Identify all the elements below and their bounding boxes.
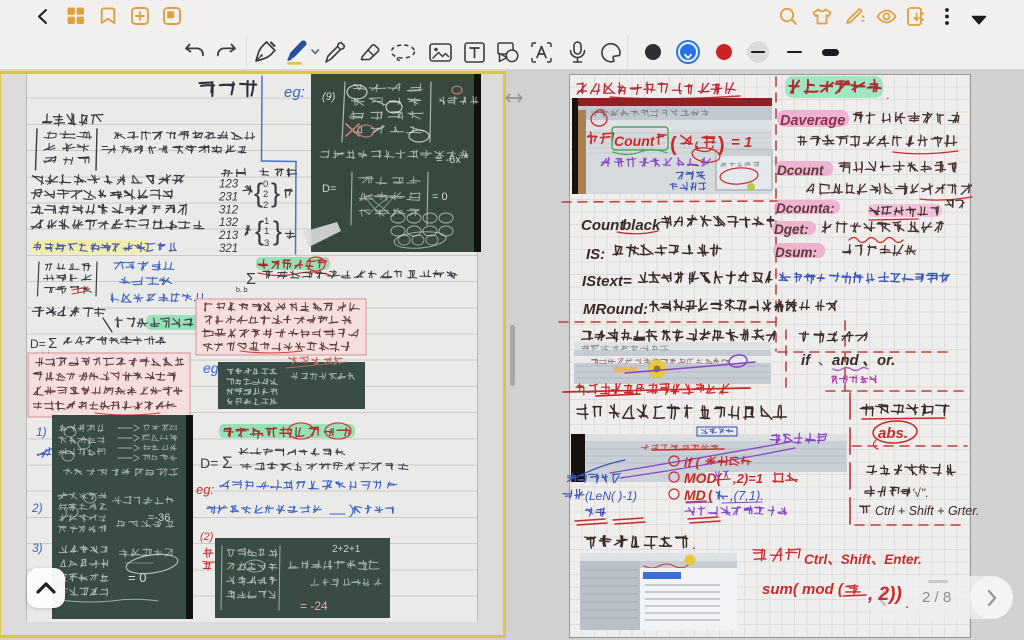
svg-text:Ctrl、Shift、Enter.: Ctrl、Shift、Enter. — [804, 552, 922, 567]
svg-text:,(7,1).: ,(7,1). — [730, 488, 764, 503]
svg-text:Count: Count — [581, 217, 625, 234]
svg-text:): ) — [718, 134, 725, 156]
svg-text:abs.: abs. — [878, 425, 908, 442]
svg-text:Daverage: Daverage — [780, 113, 845, 129]
svg-text:(LeN( )-1): (LeN( )-1) — [585, 489, 637, 503]
svg-text:IStext=: IStext= — [582, 273, 632, 290]
svg-text:Dcounta:: Dcounta: — [776, 201, 835, 216]
svg-text:sum( mod (: sum( mod ( — [762, 581, 845, 598]
svg-text:Count: Count — [614, 133, 656, 149]
svg-text:,2)=1: ,2)=1 — [732, 471, 763, 486]
svg-text:if (: if ( — [684, 455, 702, 470]
svg-text:Ctrl + Shift + Grter.: Ctrl + Shift + Grter. — [875, 504, 979, 518]
svg-text:IS:: IS: — [586, 246, 605, 263]
svg-text:.: . — [886, 87, 890, 102]
svg-text:.: . — [905, 595, 909, 612]
svg-text:、: 、 — [818, 353, 831, 368]
svg-text:(: ( — [708, 487, 713, 503]
svg-text:Dget:: Dget: — [774, 222, 809, 237]
svg-text:= 1: = 1 — [731, 134, 752, 151]
svg-text:、or.: 、or. — [862, 352, 895, 369]
svg-text:(: ( — [670, 134, 677, 156]
svg-text:Dsum:: Dsum: — [775, 245, 817, 260]
svg-text:MRound:: MRound: — [583, 301, 648, 318]
svg-text:'√''.: '√''. — [912, 486, 929, 500]
svg-text:and: and — [832, 352, 860, 369]
svg-text:Dcount: Dcount — [777, 163, 824, 178]
svg-text:if: if — [801, 352, 812, 369]
svg-text:.: . — [692, 536, 696, 552]
svg-text:, 2)): , 2)) — [867, 584, 902, 605]
svg-text:MOD(: MOD( — [684, 470, 723, 486]
